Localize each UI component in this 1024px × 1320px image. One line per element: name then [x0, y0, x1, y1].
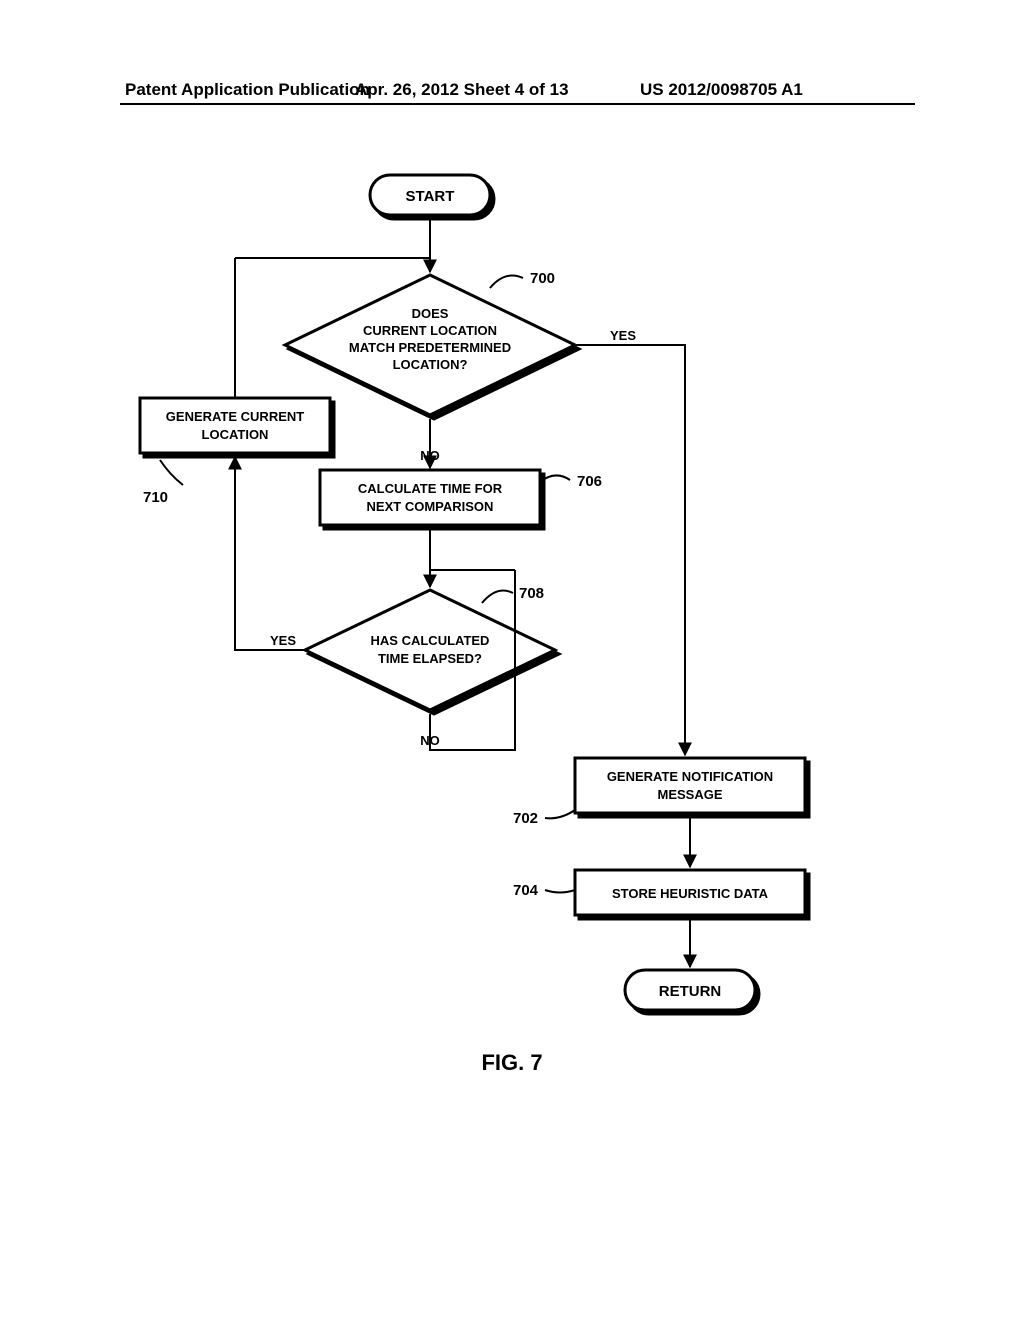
node-702-line1: GENERATE NOTIFICATION [607, 769, 773, 784]
callout-704 [545, 890, 575, 893]
header-left: Patent Application Publication [125, 80, 370, 100]
header-right: US 2012/0098705 A1 [640, 80, 803, 100]
node-700-line2: CURRENT LOCATION [363, 323, 497, 338]
header-rule [120, 103, 915, 105]
node-708-line1: HAS CALCULATED [371, 633, 490, 648]
edge-700-yes-label: YES [610, 328, 636, 343]
node-decision-708 [305, 590, 555, 710]
node-start-label: START [406, 188, 455, 205]
label-706: 706 [577, 473, 602, 490]
node-704-line1: STORE HEURISTIC DATA [612, 886, 769, 901]
node-process-710 [140, 398, 330, 453]
node-process-702 [575, 758, 805, 813]
node-700-line3: MATCH PREDETERMINED [349, 340, 511, 355]
node-process-706 [320, 470, 540, 525]
header-middle: Apr. 26, 2012 Sheet 4 of 13 [355, 80, 569, 100]
node-700-line4: LOCATION? [393, 357, 468, 372]
callout-706 [540, 475, 570, 482]
node-706-line2: NEXT COMPARISON [367, 499, 494, 514]
callout-710 [160, 460, 183, 485]
figure-label: FIG. 7 [0, 1050, 1024, 1076]
node-710-line1: GENERATE CURRENT [166, 409, 304, 424]
edge-708-no-label: NO [420, 733, 440, 748]
edge-708-yes-label: YES [270, 633, 296, 648]
edge-708-yes [235, 457, 305, 650]
flowchart: START DOES CURRENT LOCATION MATCH PREDET… [125, 170, 925, 1040]
node-702-line2: MESSAGE [657, 787, 722, 802]
edge-700-yes [575, 345, 685, 755]
callout-708 [482, 591, 513, 603]
node-return-label: RETURN [659, 983, 722, 1000]
label-702: 702 [513, 810, 538, 827]
edge-700-no-label: NO [420, 448, 440, 463]
label-710: 710 [143, 489, 168, 506]
node-710-line2: LOCATION [202, 427, 269, 442]
label-700: 700 [530, 270, 555, 287]
callout-702 [545, 810, 575, 818]
node-708-line2: TIME ELAPSED? [378, 651, 482, 666]
node-706-line1: CALCULATE TIME FOR [358, 481, 503, 496]
label-704: 704 [513, 882, 539, 899]
callout-700 [490, 276, 523, 288]
label-708: 708 [519, 585, 544, 602]
node-700-line1: DOES [412, 306, 449, 321]
